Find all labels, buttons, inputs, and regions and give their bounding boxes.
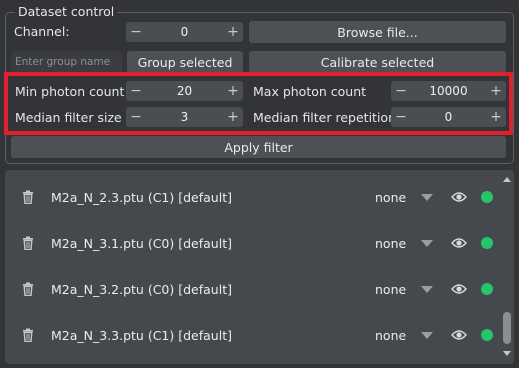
median-filter-size-label: Median filter size [15,110,122,125]
median-rep-value[interactable]: 0 [411,110,486,124]
trash-icon[interactable] [22,236,34,250]
list-item[interactable]: M2a_N_2.3.ptu (C1) [default] none [5,172,499,218]
dataset-mode-value[interactable]: none [375,236,406,251]
dataset-name: M2a_N_3.3.ptu (C1) [default] [51,328,232,343]
list-item[interactable]: M2a_N_3.1.ptu (C0) [default] none [5,218,499,264]
median-filter-repetition-spinbox[interactable]: − 0 + [391,107,506,127]
eye-icon[interactable] [451,283,467,295]
status-dot-icon [481,237,493,249]
scrollbar[interactable] [500,170,514,364]
dropdown-arrow-icon[interactable] [421,286,433,293]
dataset-name: M2a_N_2.3.ptu (C1) [default] [51,190,232,205]
min-photon-count-spinbox[interactable]: − 20 + [126,81,243,101]
dataset-name: M2a_N_3.1.ptu (C0) [default] [51,236,232,251]
max-photon-count-label: Max photon count [253,84,367,99]
trash-icon[interactable] [22,328,34,342]
dropdown-arrow-icon[interactable] [421,194,433,201]
median-filter-repetition-label: Median filter repetition [253,110,396,125]
status-dot-icon [481,329,493,341]
min-photon-value[interactable]: 20 [146,84,223,98]
max-photon-value[interactable]: 10000 [411,84,486,98]
min-photon-count-label: Min photon count [15,84,125,99]
scroll-down-icon[interactable] [503,351,511,356]
browse-file-button[interactable]: Browse file... [249,21,506,43]
channel-spinbox[interactable]: − 0 + [126,22,243,42]
dataset-mode-value[interactable]: none [375,282,406,297]
eye-icon[interactable] [451,329,467,341]
min-photon-increment-button[interactable]: + [223,81,243,101]
max-photon-count-spinbox[interactable]: − 10000 + [391,81,506,101]
median-size-increment-button[interactable]: + [223,107,243,127]
channel-label: Channel: [14,24,70,39]
channel-value[interactable]: 0 [146,25,223,39]
median-filter-size-spinbox[interactable]: − 3 + [126,107,243,127]
dropdown-arrow-icon[interactable] [421,332,433,339]
max-photon-decrement-button[interactable]: − [391,81,411,101]
eye-icon[interactable] [451,191,467,203]
group-title: Dataset control [15,4,118,19]
scroll-up-icon[interactable] [503,177,511,182]
group-selected-button[interactable]: Group selected [127,51,243,73]
dropdown-arrow-icon[interactable] [421,240,433,247]
list-item[interactable]: M2a_N_3.2.ptu (C0) [default] none [5,264,499,310]
status-dot-icon [481,191,493,203]
dataset-mode-value[interactable]: none [375,328,406,343]
max-photon-increment-button[interactable]: + [486,81,506,101]
median-size-value[interactable]: 3 [146,110,223,124]
trash-icon[interactable] [22,282,34,296]
median-size-decrement-button[interactable]: − [126,107,146,127]
trash-icon[interactable] [22,190,34,204]
calibrate-selected-button[interactable]: Calibrate selected [249,51,506,73]
group-name-input[interactable] [11,51,122,73]
min-photon-decrement-button[interactable]: − [126,81,146,101]
list-item[interactable]: M2a_N_3.3.ptu (C1) [default] none [5,310,499,356]
median-rep-increment-button[interactable]: + [486,107,506,127]
channel-decrement-button[interactable]: − [126,22,146,42]
scrollbar-thumb[interactable] [503,312,511,344]
dataset-list[interactable]: M2a_N_2.3.ptu (C1) [default] none M2a_N_… [5,170,514,364]
dataset-mode-value[interactable]: none [375,190,406,205]
status-dot-icon [481,283,493,295]
median-rep-decrement-button[interactable]: − [391,107,411,127]
channel-increment-button[interactable]: + [223,22,243,42]
dataset-name: M2a_N_3.2.ptu (C0) [default] [51,282,232,297]
eye-icon[interactable] [451,237,467,249]
apply-filter-button[interactable]: Apply filter [11,136,506,158]
